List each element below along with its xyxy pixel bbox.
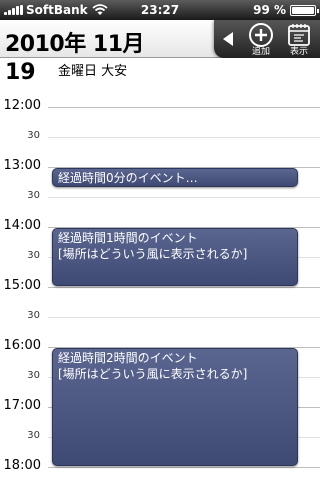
calendar-header: 2010年 11月 追加 表示 <box>0 20 320 58</box>
event-location: [場所はどういう風に表示されるか] <box>58 367 248 381</box>
day-heading: 19 金曜日 大安 <box>0 58 320 90</box>
hour-label: 13:00 <box>3 158 41 173</box>
back-button[interactable] <box>220 20 238 58</box>
half-hour-label: 30 <box>27 250 40 261</box>
grid-line <box>48 197 320 198</box>
add-circle-icon <box>249 23 273 47</box>
day-info: 金曜日 大安 <box>58 64 128 79</box>
half-hour-label: 30 <box>27 310 40 321</box>
grid-line <box>48 137 320 138</box>
battery-icon <box>290 5 319 16</box>
event-location: [場所はどういう風に表示されるか] <box>58 247 248 261</box>
event-title: 経過時間2時間のイベント <box>58 351 198 365</box>
hour-label: 14:00 <box>3 218 41 233</box>
view-switch-button[interactable]: 表示 <box>284 20 314 58</box>
battery-percent: 99 % <box>253 3 286 17</box>
status-bar: SoftBank 23:27 99 % <box>0 0 320 20</box>
half-hour-label: 30 <box>27 190 40 201</box>
hour-label: 17:00 <box>3 398 41 413</box>
view-label: 表示 <box>289 47 308 57</box>
grid-line <box>48 317 320 318</box>
event-title: 経過時間0分のイベント… <box>58 171 198 185</box>
event-block[interactable]: 経過時間2時間のイベント [場所はどういう風に表示されるか] <box>52 348 298 466</box>
half-hour-label: 30 <box>27 370 40 381</box>
back-arrow-icon <box>223 32 233 46</box>
half-hour-label: 30 <box>27 430 40 441</box>
grid-line <box>48 287 320 288</box>
add-label: 追加 <box>251 47 270 57</box>
grid-line <box>48 107 320 108</box>
hour-label: 15:00 <box>3 278 41 293</box>
grid-line <box>48 467 320 468</box>
add-event-button[interactable]: 追加 <box>246 20 276 58</box>
day-number: 19 <box>5 60 36 85</box>
event-block[interactable]: 経過時間1時間のイベント [場所はどういう風に表示されるか] <box>52 228 298 286</box>
event-block[interactable]: 経過時間0分のイベント… <box>52 168 298 187</box>
hour-label: 18:00 <box>3 458 41 473</box>
hour-label: 16:00 <box>3 338 41 353</box>
hour-label: 12:00 <box>3 98 41 113</box>
month-title: 2010年 11月 <box>5 32 145 57</box>
calendar-view-icon <box>288 24 310 46</box>
toolbar: 追加 表示 <box>214 20 320 58</box>
event-title: 経過時間1時間のイベント <box>58 231 198 245</box>
half-hour-label: 30 <box>27 130 40 141</box>
day-timeline[interactable]: 12:00 30 13:00 30 14:00 30 15:00 30 16:00 30 17:00… <box>0 90 320 480</box>
